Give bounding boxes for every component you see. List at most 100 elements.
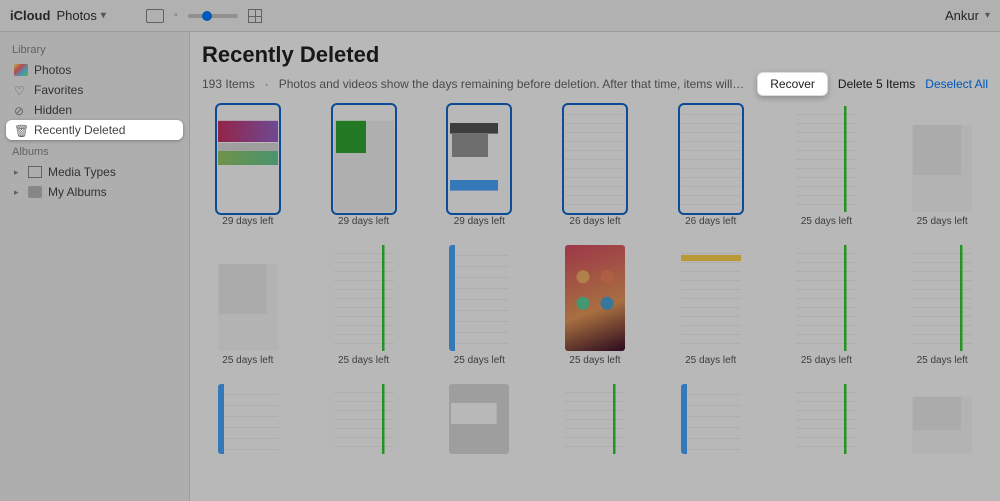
thumbnail-image[interactable] [449, 106, 509, 212]
thumbnail-caption: 25 days left [454, 355, 505, 366]
sidebar-item-label: Favorites [34, 83, 83, 97]
thumbnail-cell[interactable]: 25 days left [326, 245, 402, 366]
content-area: Recently Deleted 193 Items · Photos and … [190, 32, 1000, 501]
thumbnail-image[interactable] [218, 245, 278, 351]
user-name: Ankur [945, 8, 979, 23]
sidebar-item-label: Hidden [34, 103, 72, 117]
recover-button[interactable]: Recover [757, 72, 828, 96]
thumbnail-image[interactable] [796, 106, 856, 212]
thumbnail-caption: 25 days left [917, 216, 968, 227]
thumbnail-size-slider[interactable] [188, 14, 238, 18]
thumbnail-image[interactable] [218, 106, 278, 212]
app-name: iCloud [10, 8, 50, 23]
app-title[interactable]: iCloud Photos ▾ [10, 8, 106, 23]
trash-icon: 🗑 [14, 124, 28, 136]
thumbnail-cell[interactable] [557, 384, 633, 458]
thumbnail-image[interactable] [796, 245, 856, 351]
thumbnail-cell[interactable] [789, 384, 865, 458]
thumbnail-caption: 25 days left [338, 355, 389, 366]
grid-view-icon[interactable] [248, 9, 262, 23]
sidebar-item-label: Photos [34, 63, 71, 77]
thumbnail-image[interactable] [334, 245, 394, 351]
sidebar-item-label: My Albums [48, 185, 107, 199]
chevron-down-icon: ▾ [985, 10, 990, 21]
thumbnail-cell[interactable] [210, 384, 286, 458]
sidebar-heading-library: Library [12, 44, 177, 56]
thumbnail-cell[interactable] [441, 384, 517, 458]
thumbnail-caption: 26 days left [685, 216, 736, 227]
chevron-down-icon: ▾ [101, 10, 106, 21]
sidebar-item-hidden[interactable]: ⊘ Hidden [6, 100, 183, 120]
thumbnail-image[interactable] [796, 384, 856, 454]
thumbnail-image[interactable] [565, 106, 625, 212]
thumbnail-caption: 25 days left [801, 216, 852, 227]
disclosure-triangle-icon[interactable]: ▸ [14, 167, 22, 178]
top-bar: iCloud Photos ▾ ▫ Ankur ▾ [0, 0, 1000, 32]
thumbnail-image[interactable] [334, 384, 394, 454]
sidebar-item-media-types[interactable]: ▸ Media Types [6, 162, 183, 182]
deselect-all-link[interactable]: Deselect All [925, 77, 988, 91]
thumbnail-cell[interactable] [673, 384, 749, 458]
sidebar-item-photos[interactable]: Photos [6, 60, 183, 80]
thumbnail-cell[interactable] [904, 384, 980, 458]
thumbnail-image[interactable] [681, 106, 741, 212]
photos-icon [14, 64, 28, 76]
info-action-row: 193 Items · Photos and videos show the d… [202, 72, 988, 96]
thumbnail-cell[interactable]: 25 days left [789, 106, 865, 227]
sidebar-heading-albums: Albums [12, 146, 177, 158]
thumbnail-grid: 29 days left 29 days left 29 days left 26 d… [202, 106, 988, 458]
thumbnail-cell[interactable]: 25 days left [789, 245, 865, 366]
thumbnail-cell[interactable]: 25 days left [673, 245, 749, 366]
thumbnail-cell[interactable]: 29 days left [326, 106, 402, 227]
thumbnail-cell[interactable] [326, 384, 402, 458]
thumbnail-cell[interactable]: 29 days left [441, 106, 517, 227]
zoom-min-icon: ▫ [174, 10, 178, 21]
heart-icon: ♡ [14, 84, 28, 96]
sidebar-item-label: Recently Deleted [34, 123, 125, 137]
thumbnail-image[interactable] [912, 384, 972, 454]
thumbnail-image[interactable] [218, 384, 278, 454]
thumbnail-caption: 26 days left [569, 216, 620, 227]
sidebar-item-label: Media Types [48, 165, 116, 179]
view-toolbar: ▫ [146, 9, 262, 23]
thumbnail-cell[interactable]: 25 days left [441, 245, 517, 366]
account-menu[interactable]: Ankur ▾ [945, 8, 990, 23]
sidebar-toggle-icon[interactable] [146, 9, 164, 23]
thumbnail-caption: 29 days left [454, 216, 505, 227]
thumbnail-cell[interactable]: 26 days left [673, 106, 749, 227]
thumbnail-caption: 29 days left [222, 216, 273, 227]
thumbnail-image[interactable] [449, 384, 509, 454]
item-count: 193 Items [202, 77, 255, 91]
delete-items-button[interactable]: Delete 5 Items [838, 77, 915, 91]
disclosure-triangle-icon[interactable]: ▸ [14, 187, 22, 198]
thumbnail-image[interactable] [912, 245, 972, 351]
thumbnail-caption: 29 days left [338, 216, 389, 227]
thumbnail-image[interactable] [449, 245, 509, 351]
folder-icon [28, 186, 42, 198]
media-types-icon [28, 166, 42, 178]
hidden-icon: ⊘ [14, 104, 28, 116]
thumbnail-caption: 25 days left [569, 355, 620, 366]
thumbnail-image[interactable] [565, 384, 625, 454]
thumbnail-cell[interactable]: 25 days left [904, 245, 980, 366]
thumbnail-cell[interactable]: 25 days left [557, 245, 633, 366]
page-title: Recently Deleted [202, 42, 988, 68]
thumbnail-cell[interactable]: 25 days left [904, 106, 980, 227]
thumbnail-image[interactable] [334, 106, 394, 212]
sidebar-item-my-albums[interactable]: ▸ My Albums [6, 182, 183, 202]
thumbnail-cell[interactable]: 25 days left [210, 245, 286, 366]
sidebar-item-recently-deleted[interactable]: 🗑 Recently Deleted [6, 120, 183, 140]
sidebar-item-favorites[interactable]: ♡ Favorites [6, 80, 183, 100]
thumbnail-cell[interactable]: 26 days left [557, 106, 633, 227]
thumbnail-image[interactable] [681, 384, 741, 454]
thumbnail-image[interactable] [565, 245, 625, 351]
thumbnail-caption: 25 days left [222, 355, 273, 366]
thumbnail-caption: 25 days left [685, 355, 736, 366]
thumbnail-caption: 25 days left [917, 355, 968, 366]
app-section: Photos [56, 8, 96, 23]
description-text: Photos and videos show the days remainin… [279, 77, 748, 91]
thumbnail-cell[interactable]: 29 days left [210, 106, 286, 227]
thumbnail-image[interactable] [681, 245, 741, 351]
sidebar: Library Photos ♡ Favorites ⊘ Hidden 🗑 Re… [0, 32, 190, 501]
thumbnail-image[interactable] [912, 106, 972, 212]
